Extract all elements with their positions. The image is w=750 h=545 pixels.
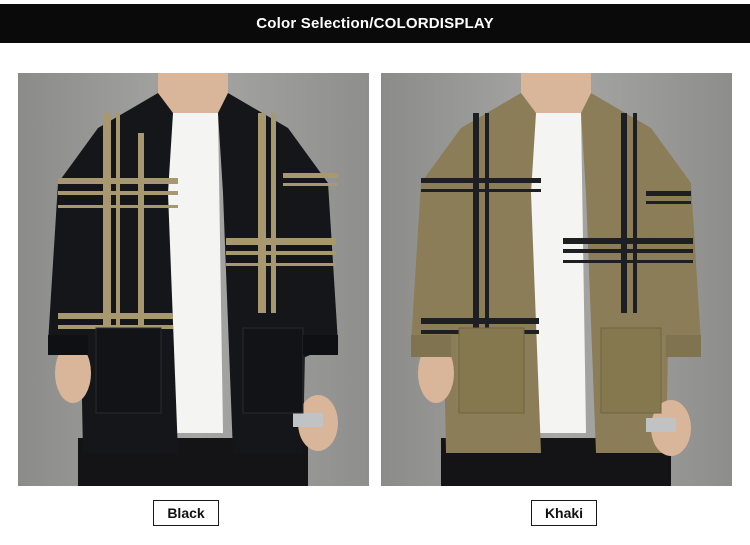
color-option-label: Khaki [544,505,584,521]
color-option-khaki[interactable]: Khaki [531,500,597,526]
page-title: Color Selection/COLORDISPLAY [256,15,494,32]
cardigan-khaki-illustration [381,73,732,486]
product-photo-black[interactable] [18,73,369,486]
color-option-black[interactable]: Black [153,500,219,526]
header-bar: Color Selection/COLORDISPLAY [0,4,750,43]
cardigan-black-illustration [18,73,369,486]
color-option-label: Black [167,505,205,521]
product-photo-khaki[interactable] [381,73,732,486]
